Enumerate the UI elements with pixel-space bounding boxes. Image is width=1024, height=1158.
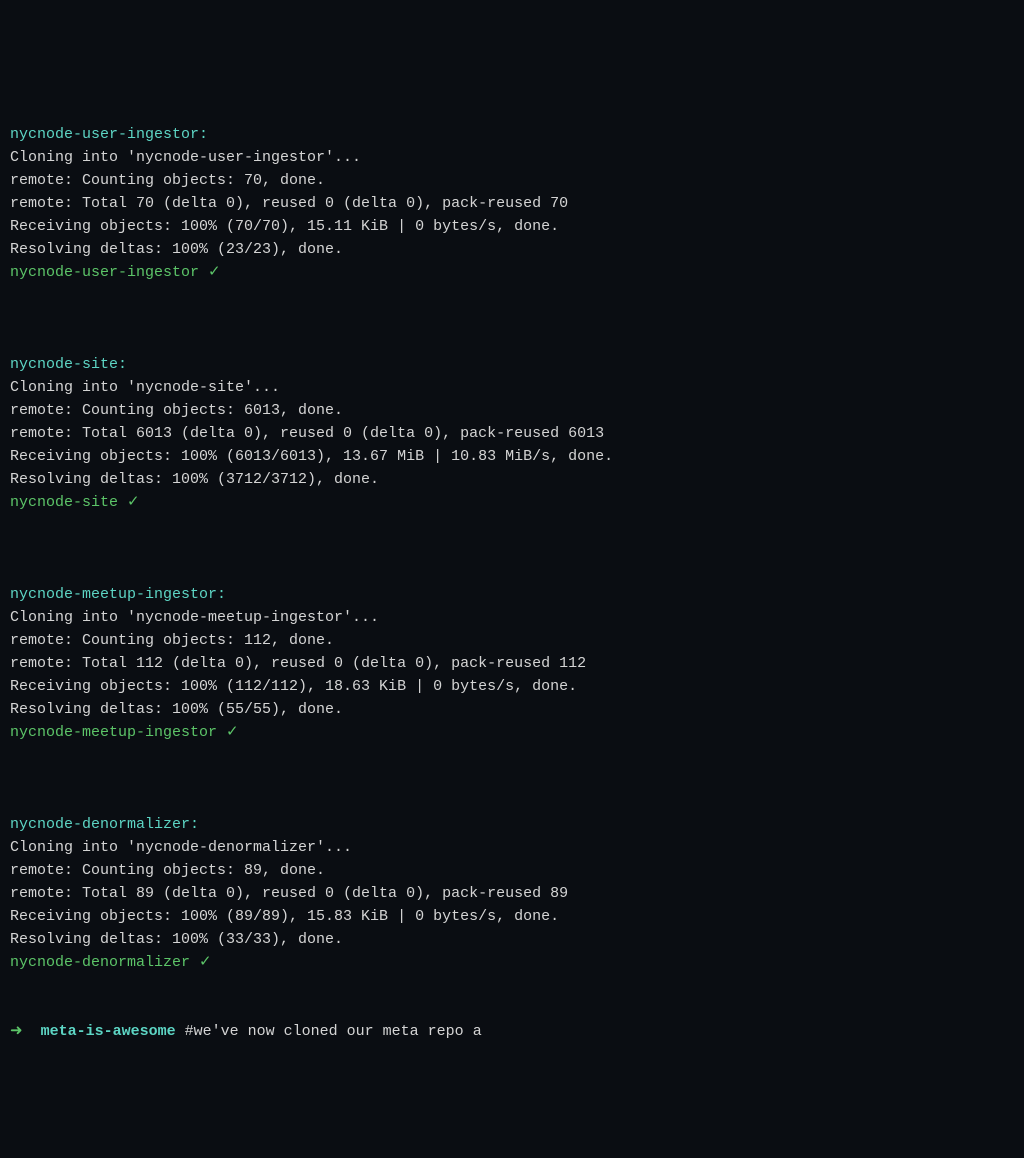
terminal-line: Resolving deltas: 100% (23/23), done.: [10, 241, 343, 258]
repo-header: nycnode-site:: [10, 356, 127, 373]
terminal-line: remote: Counting objects: 6013, done.: [10, 402, 343, 419]
repo-success: nycnode-user-ingestor ✓: [10, 264, 221, 281]
terminal-line: Receiving objects: 100% (70/70), 15.11 K…: [10, 218, 559, 235]
terminal-block-repo-3: nycnode-denormalizer: Cloning into 'nycn…: [10, 790, 1014, 974]
terminal-line: remote: Total 70 (delta 0), reused 0 (de…: [10, 195, 568, 212]
terminal-line: remote: Total 6013 (delta 0), reused 0 (…: [10, 425, 604, 442]
terminal-line: Receiving objects: 100% (112/112), 18.63…: [10, 678, 577, 695]
terminal-line: Cloning into 'nycnode-user-ingestor'...: [10, 149, 361, 166]
terminal-line: remote: Total 112 (delta 0), reused 0 (d…: [10, 655, 586, 672]
terminal-line: Resolving deltas: 100% (55/55), done.: [10, 701, 343, 718]
prompt-directory: meta-is-awesome: [41, 1023, 176, 1040]
repo-header: nycnode-user-ingestor:: [10, 126, 208, 143]
terminal-line: remote: Counting objects: 70, done.: [10, 172, 325, 189]
terminal-line: remote: Counting objects: 89, done.: [10, 862, 325, 879]
terminal-line: Receiving objects: 100% (89/89), 15.83 K…: [10, 908, 559, 925]
terminal-line: Receiving objects: 100% (6013/6013), 13.…: [10, 448, 613, 465]
prompt-command-input[interactable]: #we've now cloned our meta repo a: [185, 1023, 482, 1040]
repo-success: nycnode-denormalizer ✓: [10, 954, 212, 971]
terminal-line: Cloning into 'nycnode-denormalizer'...: [10, 839, 352, 856]
terminal-prompt[interactable]: ➜ meta-is-awesome #we've now cloned our …: [10, 1020, 1014, 1043]
terminal-block-repo-1: nycnode-site: Cloning into 'nycnode-site…: [10, 330, 1014, 514]
terminal-block-repo-0: nycnode-user-ingestor: Cloning into 'nyc…: [10, 100, 1014, 284]
terminal-line: Resolving deltas: 100% (33/33), done.: [10, 931, 343, 948]
terminal-line: remote: Counting objects: 112, done.: [10, 632, 334, 649]
terminal-line: Cloning into 'nycnode-meetup-ingestor'..…: [10, 609, 379, 626]
prompt-arrow-icon: ➜: [10, 1023, 23, 1040]
terminal-line: Resolving deltas: 100% (3712/3712), done…: [10, 471, 379, 488]
repo-success: nycnode-site ✓: [10, 494, 140, 511]
terminal-line: remote: Total 89 (delta 0), reused 0 (de…: [10, 885, 568, 902]
repo-header: nycnode-denormalizer:: [10, 816, 199, 833]
terminal-line: Cloning into 'nycnode-site'...: [10, 379, 280, 396]
repo-success: nycnode-meetup-ingestor ✓: [10, 724, 239, 741]
repo-header: nycnode-meetup-ingestor:: [10, 586, 226, 603]
terminal-block-repo-2: nycnode-meetup-ingestor: Cloning into 'n…: [10, 560, 1014, 744]
